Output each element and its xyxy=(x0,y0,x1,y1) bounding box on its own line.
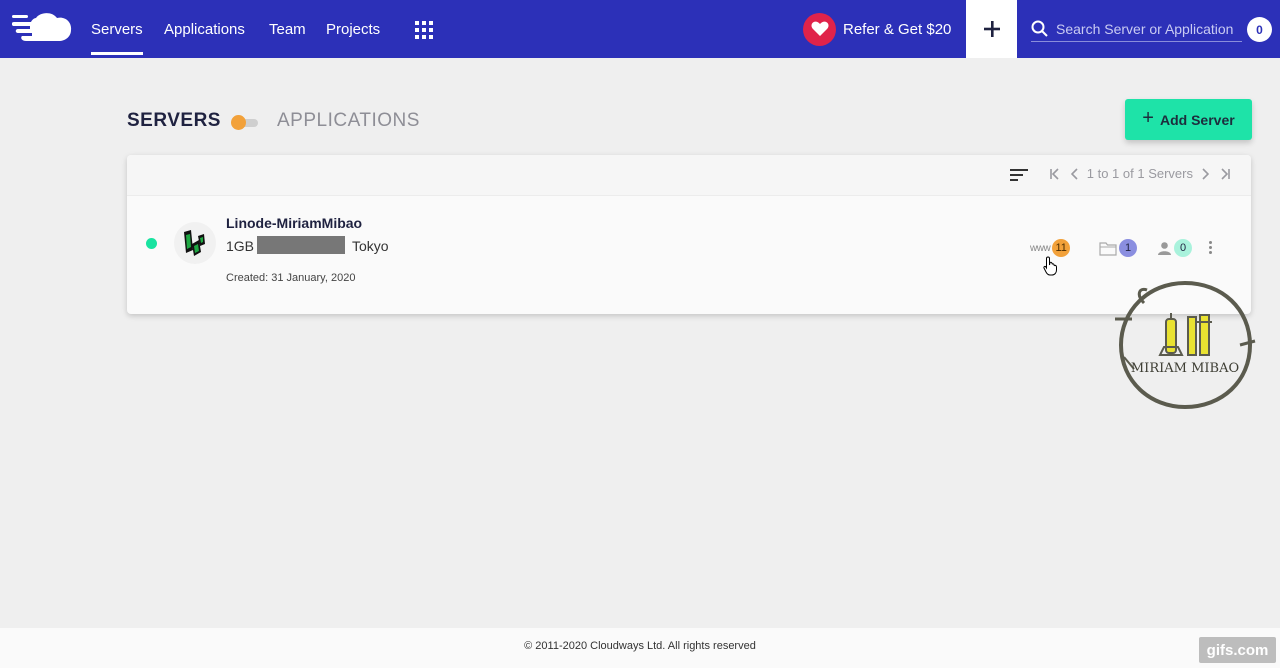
linode-logo-icon xyxy=(174,222,216,264)
server-team-metric[interactable]: 0 xyxy=(1157,239,1192,257)
nav-projects[interactable]: Projects xyxy=(326,21,380,38)
plus-icon: + xyxy=(1142,107,1154,129)
server-size: 1GB xyxy=(226,238,255,254)
servers-applications-toggle[interactable] xyxy=(231,115,258,130)
apps-grid-icon[interactable] xyxy=(415,21,433,39)
refer-button[interactable]: Refer & Get $20 xyxy=(803,12,951,46)
team-count-badge: 0 xyxy=(1174,239,1192,257)
watermark-text: MIRIAM MIBAO xyxy=(1131,361,1239,376)
folder-icon xyxy=(1099,241,1117,256)
next-page-icon[interactable] xyxy=(1201,167,1209,180)
footer: © 2011-2020 Cloudways Ltd. All rights re… xyxy=(0,628,1280,668)
nav-servers[interactable]: Servers xyxy=(91,21,143,55)
pagination: 1 to 1 of 1 Servers xyxy=(1049,166,1231,181)
server-created-date: Created: 31 January, 2020 xyxy=(226,272,356,284)
add-server-label: Add Server xyxy=(1159,111,1235,128)
quick-add-button[interactable] xyxy=(966,0,1017,58)
server-list-card: 1 to 1 of 1 Servers Linode-MiriamMibao 1… xyxy=(127,155,1251,314)
notification-count-badge[interactable]: 0 xyxy=(1247,17,1272,42)
refer-label: Refer & Get $20 xyxy=(843,20,952,38)
last-page-icon[interactable] xyxy=(1219,167,1231,180)
heart-icon xyxy=(803,12,836,46)
apps-count-badge: 11 xyxy=(1052,239,1071,257)
server-location: Tokyo xyxy=(352,238,389,254)
cloudways-logo-icon[interactable] xyxy=(12,11,74,47)
sort-icon[interactable] xyxy=(1010,168,1028,182)
server-apps-metric[interactable]: www 11 xyxy=(1030,239,1071,257)
server-list-header: 1 to 1 of 1 Servers xyxy=(127,155,1251,196)
plus-icon xyxy=(983,21,1000,37)
www-icon: www xyxy=(1030,242,1051,254)
user-icon xyxy=(1158,241,1171,255)
gifs-watermark-badge: gifs.com xyxy=(1199,637,1276,663)
first-page-icon[interactable] xyxy=(1049,167,1061,180)
miriam-mibao-watermark: MIRIAM MIBAO xyxy=(1115,281,1256,410)
top-navbar: Servers Applications Team Projects Refer… xyxy=(0,0,1280,58)
projects-count-badge: 1 xyxy=(1119,239,1137,257)
copyright-text: © 2011-2020 Cloudways Ltd. All rights re… xyxy=(524,640,756,652)
server-status-dot xyxy=(146,238,157,249)
server-more-options-icon[interactable] xyxy=(1209,241,1212,254)
search-input[interactable] xyxy=(1056,20,1241,37)
hand-cursor-icon xyxy=(1043,256,1057,276)
prev-page-icon[interactable] xyxy=(1070,167,1079,180)
nav-applications[interactable]: Applications xyxy=(164,21,245,38)
server-name-link[interactable]: Linode-MiriamMibao xyxy=(226,215,362,231)
servers-heading[interactable]: SERVERS xyxy=(127,110,221,132)
pagination-text: 1 to 1 of 1 Servers xyxy=(1086,166,1193,181)
server-ip-redacted xyxy=(257,236,345,254)
search-box xyxy=(1031,16,1242,42)
search-icon xyxy=(1031,20,1048,37)
nav-team[interactable]: Team xyxy=(269,21,306,38)
add-server-button[interactable]: + Add Server xyxy=(1125,99,1252,140)
server-projects-metric[interactable]: 1 xyxy=(1099,239,1137,257)
applications-heading[interactable]: APPLICATIONS xyxy=(277,110,420,132)
